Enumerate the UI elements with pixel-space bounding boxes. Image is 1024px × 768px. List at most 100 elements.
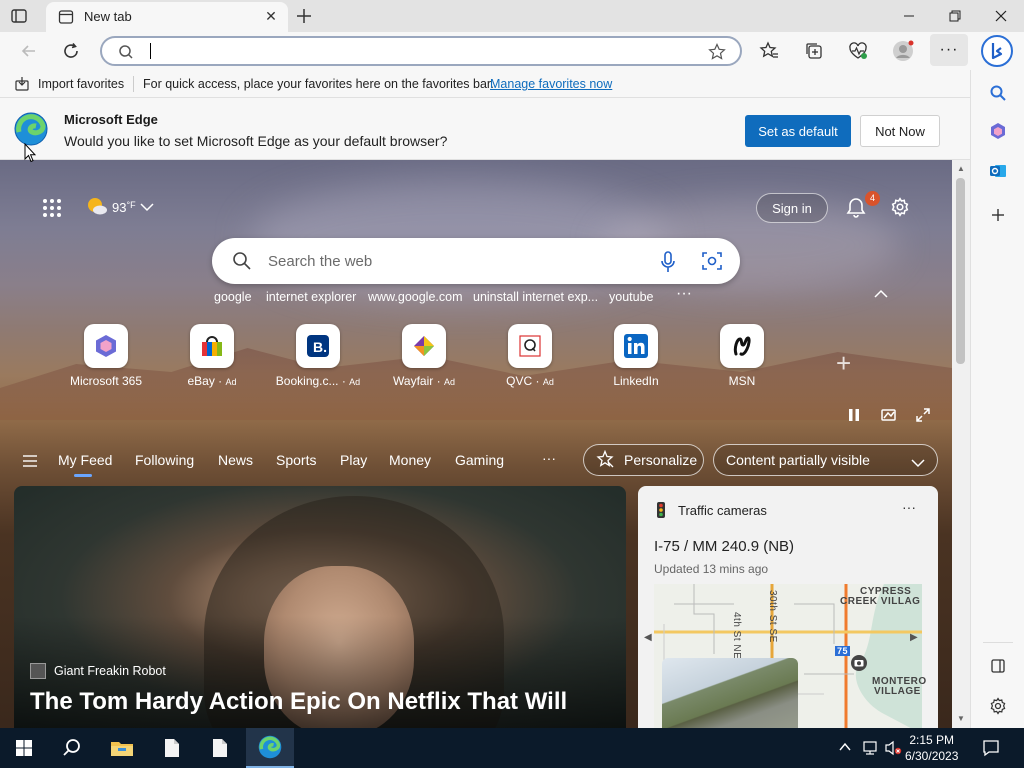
quick-link-wayfair[interactable]: Wayfair · Ad bbox=[374, 324, 474, 388]
manage-favorites-link[interactable]: Manage favorites now bbox=[490, 77, 612, 91]
traffic-camera-thumbnail[interactable] bbox=[662, 658, 798, 728]
hamburger-menu-icon[interactable] bbox=[22, 454, 38, 471]
search-icon bbox=[232, 251, 252, 274]
visual-search-icon[interactable] bbox=[702, 251, 722, 274]
network-icon[interactable] bbox=[862, 740, 880, 759]
tab-play[interactable]: Play bbox=[340, 452, 367, 468]
booking-icon: B. bbox=[296, 324, 340, 368]
trending-search-item[interactable]: www.google.com bbox=[368, 290, 463, 304]
quick-link-label: LinkedIn bbox=[613, 374, 659, 388]
minimize-button[interactable] bbox=[886, 0, 932, 32]
microsoft-365-icon bbox=[84, 324, 128, 368]
quick-link-qvc[interactable]: QVC · Ad bbox=[480, 324, 580, 388]
article-headline[interactable]: The Tom Hardy Action Epic On Netflix Tha… bbox=[30, 688, 567, 716]
quick-link-microsoft-365[interactable]: Microsoft 365 bbox=[56, 324, 156, 388]
scrollbar-thumb[interactable] bbox=[956, 178, 965, 364]
trending-search-item[interactable]: internet explorer bbox=[266, 290, 356, 304]
start-button[interactable] bbox=[0, 728, 48, 768]
volume-muted-icon[interactable] bbox=[884, 740, 902, 759]
trending-search-item[interactable]: youtube bbox=[609, 290, 653, 304]
add-sidebar-app-icon[interactable] bbox=[987, 204, 1009, 226]
browser-essentials-icon[interactable] bbox=[847, 40, 869, 62]
expand-icon[interactable] bbox=[916, 408, 930, 425]
quick-link-ebay[interactable]: eBay · Ad bbox=[162, 324, 262, 388]
scroll-down-icon[interactable]: ▼ bbox=[957, 714, 965, 723]
tab-money[interactable]: Money bbox=[389, 452, 431, 468]
taskbar-search-icon[interactable] bbox=[48, 728, 96, 768]
new-tab-button[interactable] bbox=[294, 6, 314, 26]
show-hidden-icons-icon[interactable] bbox=[838, 740, 852, 757]
edge-taskbar-icon[interactable] bbox=[246, 728, 294, 768]
page-settings-gear-icon[interactable] bbox=[890, 197, 910, 220]
tab-sports[interactable]: Sports bbox=[276, 452, 316, 468]
feed-navigation: My Feed Following News Sports Play Money… bbox=[0, 442, 952, 480]
personalize-button[interactable]: Personalize bbox=[583, 444, 704, 476]
close-window-button[interactable] bbox=[978, 0, 1024, 32]
notification-center-icon[interactable] bbox=[982, 739, 1000, 760]
address-bar[interactable] bbox=[100, 36, 742, 66]
tab-news[interactable]: News bbox=[218, 452, 253, 468]
pause-background-icon[interactable] bbox=[847, 408, 861, 425]
not-now-button[interactable]: Not Now bbox=[860, 115, 940, 147]
more-tabs-button[interactable]: ··· bbox=[542, 450, 556, 466]
quick-link-label: MSN bbox=[728, 374, 756, 388]
quick-link-msn[interactable]: MSN bbox=[692, 324, 792, 388]
system-clock[interactable]: 2:15 PM 6/30/2023 bbox=[905, 732, 958, 764]
search-icon[interactable] bbox=[987, 82, 1009, 104]
tab-my-feed[interactable]: My Feed bbox=[58, 452, 112, 477]
favorites-icon[interactable] bbox=[758, 40, 780, 62]
settings-more-button[interactable]: ··· bbox=[930, 34, 968, 66]
microphone-icon[interactable] bbox=[660, 251, 676, 276]
refresh-button[interactable] bbox=[60, 40, 82, 62]
scroll-up-icon[interactable]: ▲ bbox=[957, 164, 965, 173]
traffic-cameras-card[interactable]: Traffic cameras ··· I-75 / MM 240.9 (NB)… bbox=[638, 486, 938, 728]
tab-following[interactable]: Following bbox=[135, 452, 194, 468]
document-icon[interactable] bbox=[196, 728, 244, 768]
app-launcher-icon[interactable] bbox=[42, 198, 62, 218]
tab-gaming[interactable]: Gaming bbox=[455, 452, 504, 468]
back-button[interactable] bbox=[18, 40, 40, 62]
restore-button[interactable] bbox=[932, 0, 978, 32]
notifications-bell-icon[interactable] bbox=[846, 197, 866, 222]
traffic-map[interactable]: CYPRESS CREEK VILLAG 30th St SE 4th St N… bbox=[644, 584, 926, 728]
import-favorites-button[interactable]: Import favorites bbox=[38, 77, 124, 91]
bing-chat-icon[interactable] bbox=[980, 34, 1014, 68]
trending-search-item[interactable]: uninstall internet exp... bbox=[473, 290, 598, 304]
collections-icon[interactable] bbox=[803, 40, 825, 62]
tab-new-tab[interactable]: New tab ✕ bbox=[46, 2, 288, 32]
divider bbox=[983, 642, 1013, 643]
add-quick-link-button[interactable]: + bbox=[836, 348, 851, 379]
card-options-button[interactable]: ··· bbox=[902, 499, 916, 515]
more-trending-button[interactable]: ··· bbox=[676, 285, 692, 303]
quick-link-label: Wayfair bbox=[393, 374, 434, 388]
content-visibility-dropdown[interactable]: Content partially visible bbox=[713, 444, 938, 476]
background-info-icon[interactable] bbox=[881, 408, 897, 425]
document-icon[interactable] bbox=[148, 728, 196, 768]
profile-avatar[interactable] bbox=[892, 40, 914, 62]
quick-link-linkedin[interactable]: LinkedIn bbox=[586, 324, 686, 388]
quick-link-booking[interactable]: B. Booking.c... · Ad bbox=[268, 324, 368, 388]
set-as-default-button[interactable]: Set as default bbox=[745, 115, 851, 147]
weather-widget[interactable]: 93°F bbox=[86, 196, 154, 219]
map-left-arrow-icon[interactable]: ◀ bbox=[644, 632, 652, 643]
trending-search-item[interactable]: google bbox=[214, 290, 252, 304]
article-source: Giant Freakin Robot bbox=[54, 664, 166, 678]
tab-title: New tab bbox=[84, 9, 132, 24]
close-tab-icon[interactable]: ✕ bbox=[264, 9, 278, 23]
file-explorer-icon[interactable] bbox=[98, 728, 146, 768]
collapse-chevron-icon[interactable] bbox=[874, 286, 888, 302]
map-right-arrow-icon[interactable]: ▶ bbox=[910, 632, 918, 643]
hero-article-card[interactable]: Giant Freakin Robot The Tom Hardy Action… bbox=[14, 486, 626, 728]
page-scrollbar[interactable]: ▲ ▼ bbox=[952, 160, 970, 728]
web-search-box[interactable]: Search the web bbox=[212, 238, 740, 284]
favorite-star-icon[interactable] bbox=[708, 43, 726, 64]
hide-sidebar-icon[interactable] bbox=[987, 655, 1009, 677]
sign-in-button[interactable]: Sign in bbox=[756, 193, 828, 223]
sidebar-settings-icon[interactable] bbox=[987, 695, 1009, 717]
tab-actions-icon[interactable] bbox=[10, 7, 28, 25]
notification-count-badge: 4 bbox=[865, 191, 880, 206]
outlook-icon[interactable] bbox=[987, 160, 1009, 182]
camera-pin-icon[interactable] bbox=[850, 654, 868, 675]
weather-temperature: 93 bbox=[112, 200, 127, 215]
microsoft-365-icon[interactable] bbox=[987, 120, 1009, 142]
